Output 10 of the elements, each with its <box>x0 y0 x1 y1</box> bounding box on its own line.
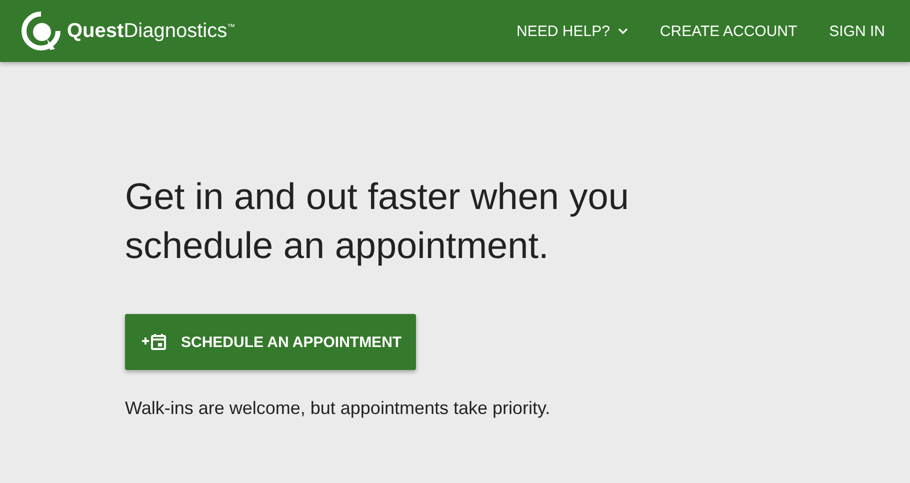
nav-link[interactable]: CREATE ACCOUNT <box>660 22 798 40</box>
logo-icon[interactable] <box>19 9 63 53</box>
nav-link[interactable]: SIGN IN <box>829 22 885 40</box>
hero-heading: Get in and out faster when you schedule an appointment. <box>125 175 630 268</box>
calendar-add-icon <box>141 333 167 351</box>
help-menu[interactable]: NEED HELP? <box>516 22 628 40</box>
schedule-button[interactable]: SCHEDULE AN APPOINTMENT <box>125 314 416 370</box>
walk-in-note: Walk-ins are welcome, but appointments take priority. <box>125 398 552 419</box>
logo-wordmark[interactable]: QuestDiagnostics$^{™}$ <box>67 20 236 42</box>
chevron-icon <box>618 28 628 34</box>
